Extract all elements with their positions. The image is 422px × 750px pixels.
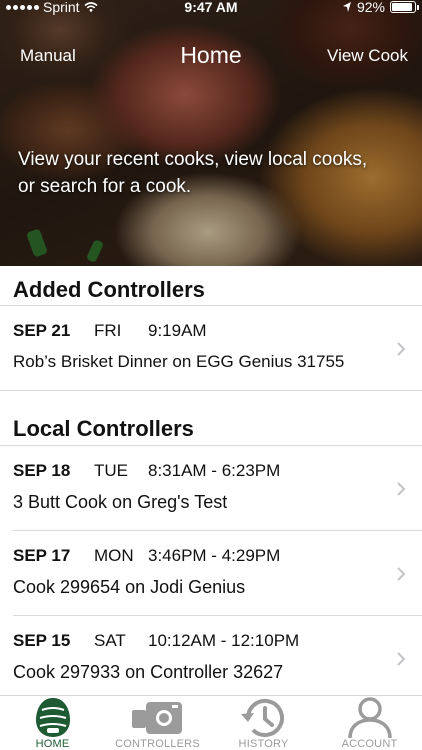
cook-title: 3 Butt Cook on Greg's Test <box>13 492 228 512</box>
tab-controllers[interactable]: CONTROLLERS <box>105 696 210 750</box>
section-header-added-controllers: Added Controllers <box>13 277 205 302</box>
chevron-right-icon <box>397 652 406 666</box>
cook-time: 9:19AM <box>148 321 207 340</box>
view-cook-button[interactable]: View Cook <box>327 46 408 66</box>
cook-row[interactable]: SEP 17 MON 3:46PM - 4:29PM Cook 299654 on … <box>0 530 422 615</box>
tab-account[interactable]: ACCOUNT <box>317 696 422 750</box>
cook-title: Cook 297933 on Controller 32627 <box>13 662 284 682</box>
battery-icon <box>390 1 419 13</box>
tab-bar: HOME CONTROLLERS HISTORY ACCOUNT <box>0 695 422 750</box>
location-icon <box>342 2 351 12</box>
account-icon <box>347 697 392 739</box>
cook-date: SEP 15 <box>13 631 71 650</box>
cook-day: MON <box>94 546 134 565</box>
battery-percent: 92% <box>356 0 385 15</box>
cook-day: FRI <box>94 321 122 340</box>
cook-row[interactable]: SEP 18 TUE 8:31AM - 6:23PM 3 Butt Cook on … <box>0 445 422 530</box>
cook-title: Rob’s Brisket Dinner on EGG Genius 31755 <box>13 352 345 371</box>
hero-overlay <box>0 0 422 266</box>
cook-row-meta: SEP 15 SAT 10:12AM - 12:10PM <box>13 631 299 651</box>
status-bar: Sprint 9:47 AM 92% <box>0 0 422 16</box>
chevron-right-icon <box>397 567 406 581</box>
tab-label: ACCOUNT <box>341 738 398 750</box>
cook-row-meta: SEP 21 FRI 9:19AM <box>13 321 207 341</box>
controller-icon <box>131 702 182 734</box>
hero-banner: Sprint 9:47 AM 92% Manual Home View Cook… <box>0 0 422 266</box>
cook-date: SEP 18 <box>13 461 71 480</box>
cook-time: 3:46PM - 4:29PM <box>148 546 281 565</box>
cook-time: 10:12AM - 12:10PM <box>148 631 300 650</box>
cook-row[interactable]: SEP 21 FRI 9:19AM Rob’s Brisket Dinner on … <box>0 305 422 390</box>
section-header-local-controllers: Local Controllers <box>13 416 194 441</box>
battery-fill <box>392 3 413 11</box>
cook-day: SAT <box>94 631 126 650</box>
cook-day: TUE <box>94 461 128 480</box>
cook-row-meta: SEP 17 MON 3:46PM - 4:29PM <box>13 546 280 566</box>
cook-title: Cook 299654 on Jodi Genius <box>13 577 246 597</box>
egg-icon <box>35 698 70 737</box>
hero-description: View your recent cooks, view local cooks… <box>18 149 368 197</box>
chevron-right-icon <box>397 342 406 356</box>
cook-row[interactable]: SEP 15 SAT 10:12AM - 12:10PM Cook 297933 o… <box>0 615 422 700</box>
tab-home[interactable]: HOME <box>0 696 105 750</box>
history-icon <box>240 698 284 737</box>
tab-label: HISTORY <box>238 738 289 750</box>
tab-label: HOME <box>35 738 70 750</box>
cook-date: SEP 21 <box>13 321 71 340</box>
tab-label: CONTROLLERS <box>115 738 200 750</box>
divider <box>0 390 422 391</box>
cook-row-meta: SEP 18 TUE 8:31AM - 6:23PM <box>13 461 280 481</box>
cook-date: SEP 17 <box>13 546 71 565</box>
tab-history[interactable]: HISTORY <box>211 696 316 750</box>
cook-time: 8:31AM - 6:23PM <box>148 461 281 480</box>
battery-group: 92% <box>342 0 419 15</box>
chevron-right-icon <box>397 482 406 496</box>
